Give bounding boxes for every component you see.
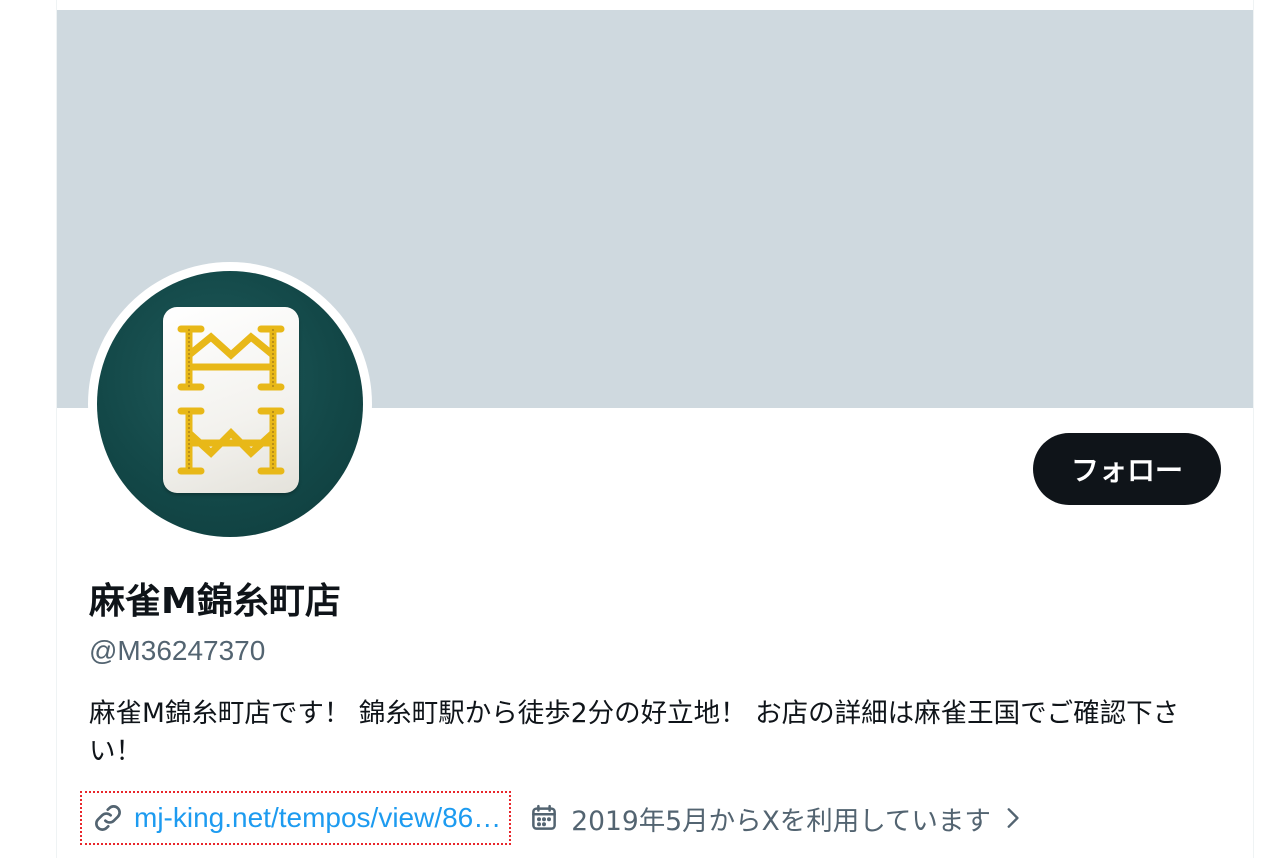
profile-page: フォロー 麻雀M錦糸町店 @M36247370 麻雀M錦糸町店です！ 錦糸町駅か… xyxy=(0,0,1282,858)
website-link[interactable]: mj-king.net/tempos/view/86… xyxy=(80,791,512,845)
follow-button[interactable]: フォロー xyxy=(1033,433,1221,505)
tile-engraving xyxy=(177,325,285,475)
profile-meta-row: mj-king.net/tempos/view/86… 2019年5月からXを利… xyxy=(80,790,1025,846)
avatar[interactable] xyxy=(97,271,363,537)
display-name: 麻雀M錦糸町店 xyxy=(89,581,341,622)
joined-date-text: 2019年5月からXを利用しています xyxy=(571,805,991,837)
mahjong-tile-image xyxy=(163,307,299,493)
calendar-icon xyxy=(529,803,559,833)
website-url[interactable]: mj-king.net/tempos/view/86… xyxy=(134,802,501,834)
user-handle: @M36247370 xyxy=(89,635,266,666)
profile-bio: 麻雀M錦糸町店です！ 錦糸町駅から徒歩2分の好立地！ お店の詳細は麻雀王国でご確… xyxy=(89,698,1180,767)
link-icon xyxy=(92,802,124,834)
chevron-right-icon[interactable] xyxy=(999,803,1025,833)
joined-date: 2019年5月からXを利用しています xyxy=(529,799,1025,838)
